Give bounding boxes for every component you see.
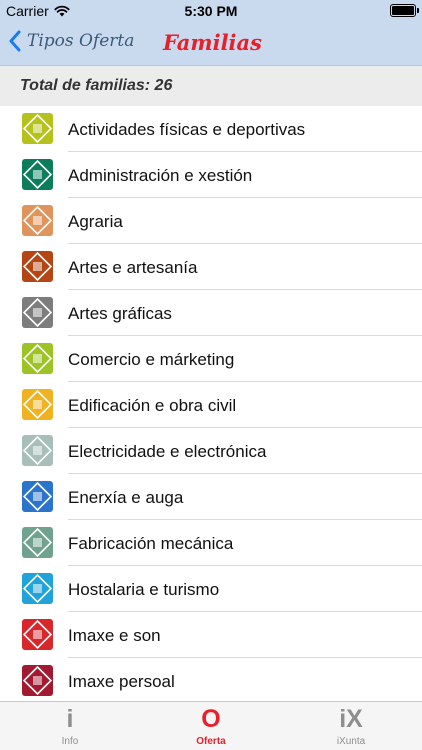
family-label: Actividades físicas e deportivas: [68, 120, 306, 139]
families-count-label: Total de familias: 26: [20, 77, 173, 94]
building-icon: [22, 389, 53, 420]
family-label: Edificación e obra civil: [68, 396, 237, 415]
tab-info[interactable]: i Info: [30, 702, 110, 750]
list-item[interactable]: Edificación e obra civil: [0, 382, 422, 428]
list-item[interactable]: Imaxe persoal: [0, 658, 422, 704]
list-item[interactable]: Comercio e márketing: [0, 336, 422, 382]
navigation-bar: Tipos Oferta Familias: [0, 22, 422, 66]
family-label: Artes gráficas: [68, 304, 172, 323]
family-label: Artes e artesanía: [68, 258, 198, 277]
page-title: Familias: [163, 30, 262, 55]
personal-image-icon: [22, 665, 53, 696]
family-label: Comercio e márketing: [68, 350, 235, 369]
list-item[interactable]: Agraria: [0, 198, 422, 244]
oferta-icon: O: [201, 705, 221, 733]
status-time: 5:30 PM: [184, 3, 238, 19]
tab-ixunta-label: iXunta: [336, 736, 366, 747]
arts-icon: [22, 251, 53, 282]
hospitality-icon: [22, 573, 53, 604]
family-label: Hostalaria e turismo: [68, 580, 220, 599]
tab-ixunta[interactable]: iX iXunta: [311, 702, 391, 750]
list-item[interactable]: Hostalaria e turismo: [0, 566, 422, 612]
list-item[interactable]: Actividades físicas e deportivas: [0, 106, 422, 152]
sports-icon: [22, 113, 53, 144]
image-sound-icon: [22, 619, 53, 650]
agriculture-icon: [22, 205, 53, 236]
tab-bar: i Info O Oferta iX iXunta: [0, 701, 422, 750]
back-button-label: Tipos Oferta: [27, 31, 135, 51]
family-label: Imaxe e son: [68, 626, 161, 645]
electricity-icon: [22, 435, 53, 466]
list-item[interactable]: Artes gráficas: [0, 290, 422, 336]
list-item[interactable]: Administración e xestión: [0, 152, 422, 198]
back-button[interactable]: Tipos Oferta: [8, 30, 134, 52]
families-count-header: Total de familias: 26: [0, 66, 422, 106]
administration-icon: [22, 159, 53, 190]
family-label: Enerxía e auga: [68, 488, 184, 507]
mechanics-icon: [22, 527, 53, 558]
tab-info-label: Info: [61, 736, 79, 747]
family-label: Imaxe persoal: [68, 672, 175, 691]
list-item[interactable]: Imaxe e son: [0, 612, 422, 658]
list-item[interactable]: Enerxía e auga: [0, 474, 422, 520]
list-item[interactable]: Electricidade e electrónica: [0, 428, 422, 474]
tab-oferta[interactable]: O Oferta: [171, 702, 251, 750]
chevron-left-icon: [9, 30, 21, 52]
energy-icon: [22, 481, 53, 512]
commerce-icon: [22, 343, 53, 374]
tab-oferta-label: Oferta: [196, 736, 226, 747]
battery-icon: [390, 4, 419, 17]
list-item[interactable]: Artes e artesanía: [0, 244, 422, 290]
family-label: Fabricación mecánica: [68, 534, 234, 553]
status-bar: Carrier 5:30 PM: [0, 0, 422, 22]
list-item[interactable]: Fabricación mecánica: [0, 520, 422, 566]
family-label: Agraria: [68, 212, 123, 231]
info-icon: i: [66, 705, 74, 733]
family-label: Electricidade e electrónica: [68, 442, 267, 461]
family-label: Administración e xestión: [68, 166, 253, 185]
families-list: Actividades físicas e deportivas Administ…: [0, 106, 422, 704]
ixunta-icon: iX: [339, 705, 363, 733]
graphic-arts-icon: [22, 297, 53, 328]
battery-level: [392, 6, 414, 15]
